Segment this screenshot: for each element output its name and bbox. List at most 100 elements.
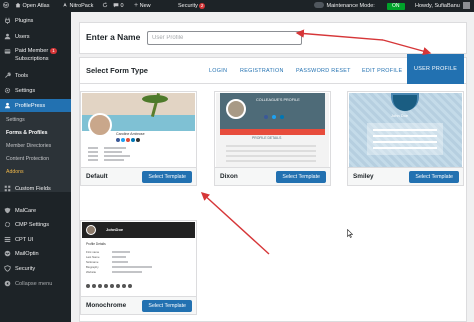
- template-preview-default: Caroline Ambrose: [82, 93, 195, 167]
- name-input[interactable]: [147, 31, 302, 45]
- nitropack-icon: [63, 2, 67, 7]
- updates-link[interactable]: [102, 0, 108, 12]
- maintenance-label: Maintenance Mode:: [326, 3, 375, 9]
- toggle-icon: [314, 2, 324, 8]
- name-label: Enter a Name: [86, 32, 141, 42]
- security-link[interactable]: Security 2: [178, 0, 205, 12]
- preview-title: COLLEAGUE'S PROFILE: [256, 98, 300, 102]
- profilepress-icon: [5, 102, 10, 109]
- tab-user-profile[interactable]: USER PROFILE: [407, 54, 465, 84]
- security-count-badge: 2: [199, 3, 205, 9]
- card-footer: Dixon Select Template: [215, 167, 330, 185]
- comment-icon: [113, 3, 119, 8]
- template-preview-monochrome: JohnDoe Profile Details First name Last …: [82, 222, 195, 296]
- nitropack-label: NitroPack: [69, 3, 94, 9]
- settings-icon: [4, 87, 11, 94]
- new-label: New: [139, 3, 151, 9]
- home-icon: [15, 2, 21, 8]
- template-card-smiley[interactable]: John Doe Smiley Select Template: [347, 91, 464, 186]
- form-type-title: Select Form Type: [86, 66, 148, 75]
- menu-cmp-settings[interactable]: CMP Settings: [0, 219, 71, 231]
- maintenance-on-badge[interactable]: ON: [387, 0, 405, 12]
- card-footer: Default Select Template: [81, 167, 196, 185]
- security-icon: [4, 265, 11, 272]
- maintenance-mode[interactable]: Maintenance Mode:: [314, 0, 375, 12]
- select-template-dixon-button[interactable]: Select Template: [276, 171, 326, 183]
- nitropack-link[interactable]: NitroPack: [62, 0, 93, 12]
- paid-member-icon: [4, 49, 11, 54]
- template-name: Default: [86, 173, 108, 180]
- profilepress-submenu: Settings Forms & Profiles Member Directo…: [0, 112, 71, 192]
- preview-header: COLLEAGUE'S PROFILE: [220, 93, 325, 129]
- form-type-header: Select Form Type LOGIN REGISTRATION PASS…: [80, 54, 466, 84]
- site-name-link[interactable]: Open Atlas: [15, 0, 49, 12]
- cpt-icon: [4, 237, 11, 242]
- submenu-addons[interactable]: Addons: [6, 169, 24, 175]
- card-footer: Smiley Select Template: [348, 167, 463, 185]
- users-icon: [4, 33, 11, 40]
- template-name: Smiley: [353, 173, 374, 180]
- comments-link[interactable]: 0: [113, 0, 124, 12]
- menu-mailoptin[interactable]: MailOptin: [0, 248, 71, 260]
- template-name: Monochrome: [86, 302, 127, 309]
- menu-profilepress[interactable]: ProfilePress: [0, 99, 71, 112]
- security-label: Security: [178, 3, 198, 9]
- site-name: Open Atlas: [22, 3, 50, 9]
- tools-icon: [5, 72, 11, 78]
- paid-member-label: Paid Member: [15, 48, 49, 54]
- template-card-monochrome[interactable]: JohnDoe Profile Details First name Last …: [80, 220, 197, 315]
- template-card-dixon[interactable]: COLLEAGUE'S PROFILE PROFILE DETAILS Dixo…: [214, 91, 331, 186]
- custom-fields-icon: [4, 185, 11, 192]
- admin-sidebar: Plugins Users Paid Member 1 Subscriptions…: [0, 12, 71, 322]
- plugin-icon: [4, 17, 11, 24]
- plus-icon: +: [134, 2, 139, 9]
- admin-bar: W Open Atlas NitroPack 0 + New Security …: [0, 0, 474, 12]
- preview-fields: First name Last Name Nickname Biography …: [86, 250, 100, 274]
- tab-login[interactable]: LOGIN: [209, 58, 227, 84]
- menu-custom-fields[interactable]: Custom Fields: [0, 183, 71, 195]
- mailoptin-icon: [4, 250, 11, 257]
- submenu-settings[interactable]: Settings: [6, 117, 25, 123]
- tab-registration[interactable]: REGISTRATION: [240, 58, 284, 84]
- menu-paid-member-subscriptions[interactable]: Paid Member 1 Subscriptions: [0, 46, 71, 66]
- preview-subtitle: Profile Details: [86, 242, 106, 246]
- preview-avatar: [88, 113, 112, 137]
- template-preview-smiley: John Doe: [349, 93, 462, 167]
- greeting: Howdy, SufiaBanu: [415, 3, 460, 9]
- card-footer: Monochrome Select Template: [81, 296, 196, 314]
- template-name: Dixon: [220, 173, 238, 180]
- preview-name: John Doe: [391, 113, 409, 118]
- menu-tools[interactable]: Tools: [0, 70, 71, 82]
- template-card-default[interactable]: Caroline Ambrose Default Select Template: [80, 91, 197, 186]
- wordpress-logo-icon[interactable]: W: [3, 0, 9, 12]
- on-label: ON: [387, 3, 405, 10]
- new-content-link[interactable]: + New: [134, 0, 151, 12]
- form-type-panel: Select Form Type LOGIN REGISTRATION PASS…: [79, 54, 467, 322]
- menu-users[interactable]: Users: [0, 31, 71, 43]
- submenu-forms-profiles[interactable]: Forms & Profiles: [6, 130, 48, 136]
- preview-subtitle: PROFILE DETAILS: [252, 136, 282, 140]
- submenu-member-directories[interactable]: Member Directories: [6, 143, 51, 149]
- paid-member-badge: 1: [50, 48, 57, 54]
- collapse-menu-button[interactable]: Collapse menu: [0, 278, 71, 290]
- submenu-content-protection[interactable]: Content Protection: [6, 156, 49, 162]
- menu-security[interactable]: Security: [0, 263, 71, 275]
- malcare-icon: [4, 207, 11, 214]
- preview-title: JohnDoe: [106, 227, 124, 232]
- select-template-monochrome-button[interactable]: Select Template: [142, 300, 192, 312]
- template-preview-dixon: COLLEAGUE'S PROFILE PROFILE DETAILS: [216, 93, 329, 167]
- mouse-cursor-icon: [347, 229, 353, 238]
- select-template-default-button[interactable]: Select Template: [142, 171, 192, 183]
- paid-member-label-2: Subscriptions: [15, 56, 49, 62]
- tab-edit-profile[interactable]: EDIT PROFILE: [362, 58, 402, 84]
- name-panel: Enter a Name: [79, 22, 467, 54]
- menu-malcare[interactable]: MalCare: [0, 205, 71, 217]
- comments-count: 0: [120, 3, 124, 9]
- user-account-link[interactable]: Howdy, SufiaBanu: [415, 0, 471, 12]
- tab-password-reset[interactable]: PASSWORD RESET: [296, 58, 351, 84]
- menu-settings[interactable]: Settings: [0, 85, 71, 97]
- select-template-smiley-button[interactable]: Select Template: [409, 171, 459, 183]
- menu-cpt-ui[interactable]: CPT UI: [0, 234, 71, 246]
- menu-plugins[interactable]: Plugins: [0, 15, 71, 27]
- refresh-icon: [102, 2, 108, 8]
